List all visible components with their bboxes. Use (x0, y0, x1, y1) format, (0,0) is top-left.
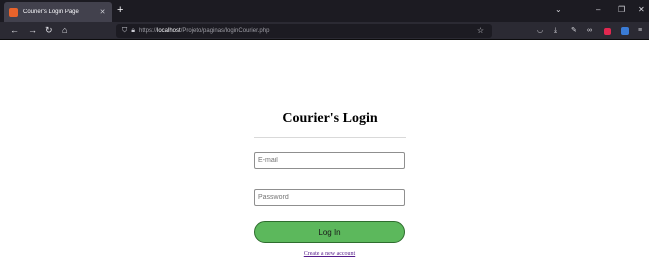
create-account-link[interactable]: Create a new account (254, 251, 405, 257)
mask-icon[interactable]: ∞ (587, 26, 592, 35)
tab-bar: Courier's Login Page ✕ + ⌄ – ❐ ✕ (0, 0, 649, 22)
lock-icon[interactable]: 🔒︎ (131, 27, 135, 35)
url-path: /Projeto/paginas/loginCourier.php (180, 28, 270, 34)
home-icon[interactable]: ⌂ (62, 25, 67, 36)
restore-icon[interactable]: ❐ (618, 5, 625, 15)
tab-close-icon[interactable]: ✕ (98, 8, 107, 16)
url-host: localhost (157, 28, 181, 34)
tab-list-chevron-down-icon[interactable]: ⌄ (555, 5, 562, 15)
minimize-icon[interactable]: – (596, 5, 600, 15)
close-window-icon[interactable]: ✕ (638, 5, 645, 15)
browser-tab[interactable]: Courier's Login Page ✕ (4, 2, 112, 22)
page-favicon-icon (9, 7, 18, 17)
extension-blue-icon[interactable] (621, 27, 629, 35)
page-title: Courier's Login (282, 111, 378, 126)
menu-icon[interactable]: ≡ (638, 26, 642, 35)
password-field[interactable] (254, 189, 405, 206)
url-text[interactable]: https://localhost/Projeto/paginas/loginC… (139, 28, 269, 34)
download-icon[interactable]: ⤓ (554, 26, 557, 35)
forward-arrow-icon[interactable]: → (28, 25, 37, 36)
new-tab-plus-icon[interactable]: + (117, 4, 123, 16)
url-prefix: https:// (138, 28, 157, 34)
pocket-icon[interactable]: ◡ (537, 26, 543, 35)
extension-red-icon[interactable] (604, 28, 611, 35)
tab-title: Courier's Login Page (23, 9, 79, 15)
login-button[interactable]: Log In (254, 221, 405, 243)
back-arrow-icon[interactable]: ← (10, 25, 19, 36)
email-field[interactable] (254, 152, 405, 169)
reload-icon[interactable]: ↻ (45, 25, 53, 36)
navigation-bar: ← → ↻ ⌂ ⛉ 🔒︎ https://localhost/Projeto/p… (0, 22, 649, 40)
title-divider (254, 137, 406, 138)
address-bar[interactable]: ⛉ 🔒︎ https://localhost/Projeto/paginas/l… (116, 24, 492, 38)
bookmark-star-icon[interactable]: ☆ (477, 26, 484, 35)
tracking-shield-icon[interactable]: ⛉ (122, 27, 127, 35)
login-form: Courier's Login Log In Create a new acco… (254, 110, 406, 257)
wrench-icon[interactable]: ✎ (571, 26, 577, 35)
